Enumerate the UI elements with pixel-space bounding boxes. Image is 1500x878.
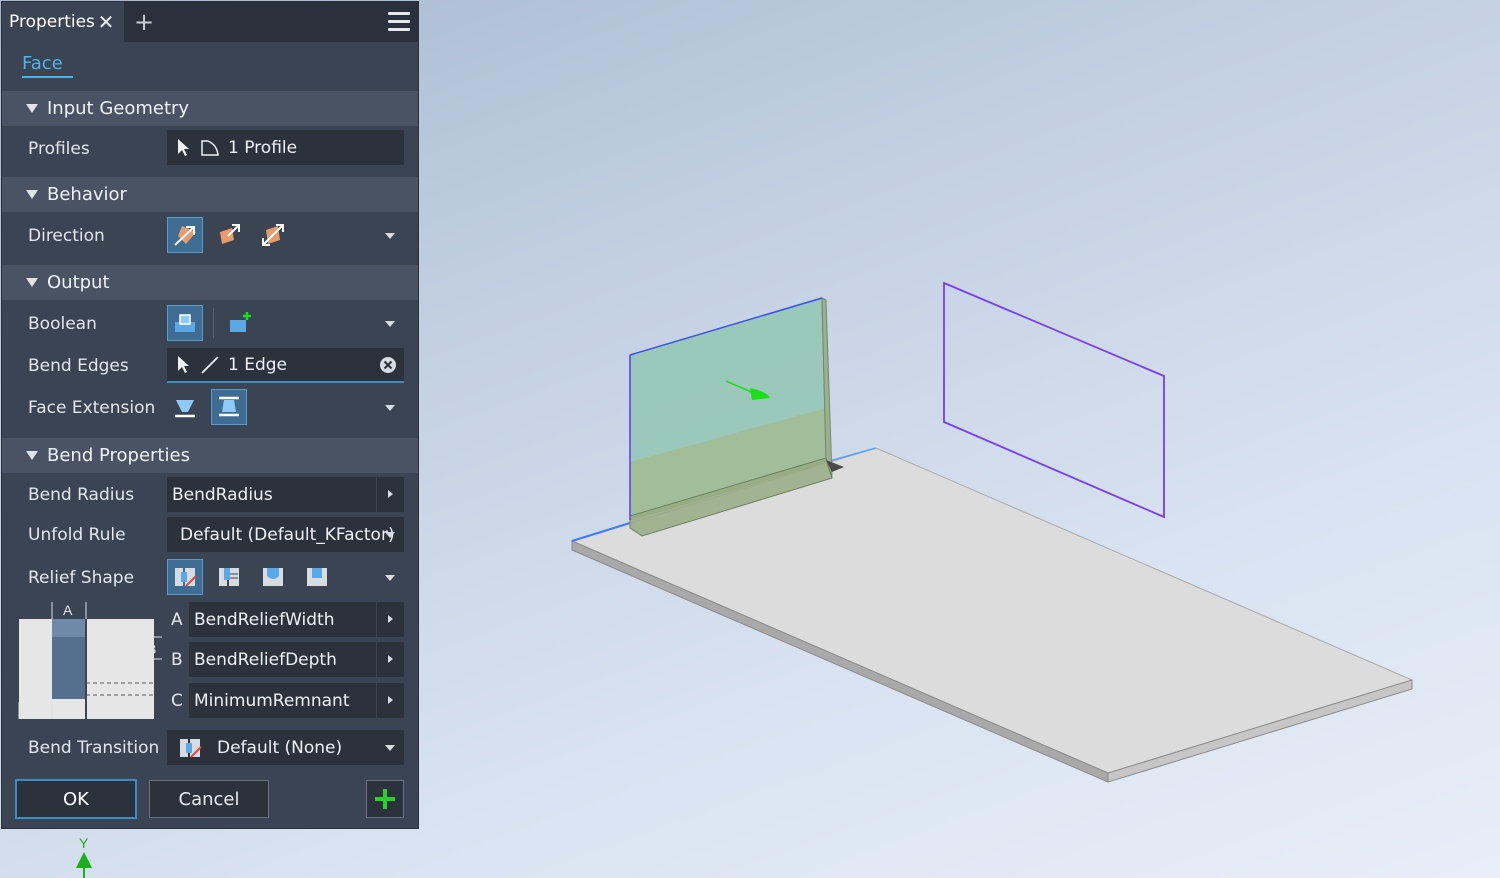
- minimum-remnant-flyout-icon[interactable]: [376, 683, 404, 718]
- relief-diagram-b: B: [147, 641, 156, 657]
- face-extension-face-icon: [219, 396, 239, 417]
- relief-depth-value: BendReliefDepth: [194, 649, 337, 670]
- bend-radius-field[interactable]: BendRadius: [167, 477, 404, 512]
- direction-default-button[interactable]: [167, 217, 203, 253]
- relief-straight-icon: [219, 568, 239, 586]
- hamburger-menu-icon[interactable]: [388, 12, 410, 32]
- cursor-select-icon: [178, 138, 189, 156]
- profiles-value: 1 Profile: [228, 137, 298, 158]
- ok-button[interactable]: OK: [15, 779, 137, 819]
- bend-edges-value: 1 Edge: [228, 354, 288, 375]
- direction-flipped-button[interactable]: [211, 217, 247, 253]
- relief-diagram-c: C: [31, 704, 41, 720]
- relief-param-letter: A: [171, 610, 183, 630]
- tab-face[interactable]: Face: [22, 53, 63, 77]
- bend-edges-selector[interactable]: 1 Edge: [167, 348, 404, 383]
- collapse-triangle-icon: [26, 190, 38, 199]
- section-bend-properties[interactable]: Bend Properties: [2, 438, 418, 473]
- relief-param-letter: C: [171, 691, 183, 711]
- direction-flipped-icon: [220, 224, 240, 244]
- relief-square-icon: [307, 568, 327, 586]
- relief-width-flyout-icon[interactable]: [376, 602, 404, 637]
- bend-radius-value: BendRadius: [172, 484, 273, 505]
- direction-default-icon: [174, 226, 196, 246]
- close-icon[interactable]: ✕: [96, 11, 116, 33]
- relief-depth-flyout-icon[interactable]: [376, 642, 404, 677]
- relief-shape-round-button[interactable]: [255, 559, 291, 595]
- bend-radius-flyout-icon[interactable]: [376, 477, 404, 512]
- relief-round-icon: [263, 568, 283, 586]
- section-input-geometry[interactable]: Input Geometry: [2, 91, 418, 126]
- relief-depth-field[interactable]: BendReliefDepth: [189, 642, 404, 677]
- collapse-triangle-icon: [26, 451, 38, 460]
- boolean-join-icon: [175, 314, 195, 332]
- profiles-label: Profiles: [28, 139, 90, 159]
- boolean-join-button[interactable]: [167, 305, 203, 341]
- relief-shape-label: Relief Shape: [28, 568, 135, 588]
- bend-transition-label: Bend Transition: [28, 738, 160, 758]
- relief-shape-square-button[interactable]: [299, 559, 335, 595]
- bend-transition-value: Default (None): [217, 737, 343, 758]
- bend-edges-label: Bend Edges: [28, 356, 129, 376]
- section-bend-properties-label: Bend Properties: [47, 445, 190, 466]
- boolean-dropdown-caret-icon[interactable]: [385, 321, 395, 327]
- minimum-remnant-field[interactable]: MinimumRemnant: [189, 683, 404, 718]
- profiles-selector[interactable]: 1 Profile: [167, 130, 404, 165]
- relief-shape-straight-button[interactable]: [211, 559, 247, 595]
- relief-shape-dropdown-caret-icon[interactable]: [385, 575, 395, 581]
- minimum-remnant-value: MinimumRemnant: [194, 690, 350, 711]
- unfold-rule-label: Unfold Rule: [28, 525, 126, 545]
- relief-width-field[interactable]: BendReliefWidth: [189, 602, 404, 637]
- collapse-triangle-icon: [26, 104, 38, 113]
- bend-transition-dropdown-caret-icon: [385, 745, 395, 751]
- relief-shape-default-button[interactable]: [167, 559, 203, 595]
- relief-diagram-a: A: [63, 602, 73, 618]
- section-output-label: Output: [47, 272, 110, 293]
- bend-transition-select[interactable]: Default (None): [167, 730, 404, 765]
- face-tab-underline: [22, 76, 73, 78]
- face-extension-edge-icon: [175, 400, 195, 418]
- unfold-rule-select[interactable]: Default (Default_KFactor): [167, 517, 404, 552]
- section-input-geometry-label: Input Geometry: [47, 98, 190, 119]
- direction-dropdown-caret-icon[interactable]: [385, 233, 395, 239]
- profile-icon: [201, 139, 219, 156]
- boolean-label: Boolean: [28, 314, 97, 334]
- face-extension-face-button[interactable]: [211, 389, 247, 425]
- profile-sketch: [943, 281, 1165, 519]
- panel-tabbar: Properties ✕ +: [2, 2, 418, 42]
- cursor-select-icon: [178, 355, 189, 373]
- relief-diagram: A B C: [18, 602, 162, 720]
- relief-width-value: BendReliefWidth: [194, 609, 335, 630]
- collapse-triangle-icon: [26, 278, 38, 287]
- boolean-separator: [213, 308, 214, 338]
- properties-panel: Properties ✕ + Face Input Geometry Profi…: [1, 1, 419, 829]
- direction-label: Direction: [28, 226, 105, 246]
- tab-properties-label: Properties: [9, 12, 95, 32]
- new-solid-icon: [230, 312, 251, 332]
- section-behavior-label: Behavior: [47, 184, 127, 205]
- face-extension-label: Face Extension: [28, 398, 156, 418]
- y-axis-arrow: [76, 852, 92, 868]
- add-tab-icon[interactable]: +: [133, 10, 155, 34]
- relief-param-letter: B: [171, 650, 183, 670]
- boolean-new-solid-button[interactable]: [222, 305, 258, 341]
- unfold-rule-value: Default (Default_KFactor): [180, 524, 395, 545]
- plus-icon: [375, 789, 395, 809]
- bend-transition-icon: [180, 738, 202, 758]
- section-behavior[interactable]: Behavior: [2, 177, 418, 212]
- cancel-button[interactable]: Cancel: [149, 780, 269, 818]
- face-extension-dropdown-caret-icon[interactable]: [385, 405, 395, 411]
- section-output[interactable]: Output: [2, 265, 418, 300]
- direction-symmetric-icon: [262, 224, 284, 246]
- clear-selection-icon[interactable]: [379, 356, 397, 374]
- unfold-rule-dropdown-caret-icon: [385, 532, 395, 538]
- bend-radius-label: Bend Radius: [28, 485, 135, 505]
- direction-symmetric-button[interactable]: [255, 217, 291, 253]
- apply-plus-button[interactable]: [366, 780, 404, 818]
- relief-default-icon: [175, 568, 197, 587]
- edge-icon: [201, 355, 219, 374]
- y-axis-label: Y: [79, 835, 89, 851]
- face-extension-edge-button[interactable]: [167, 389, 203, 425]
